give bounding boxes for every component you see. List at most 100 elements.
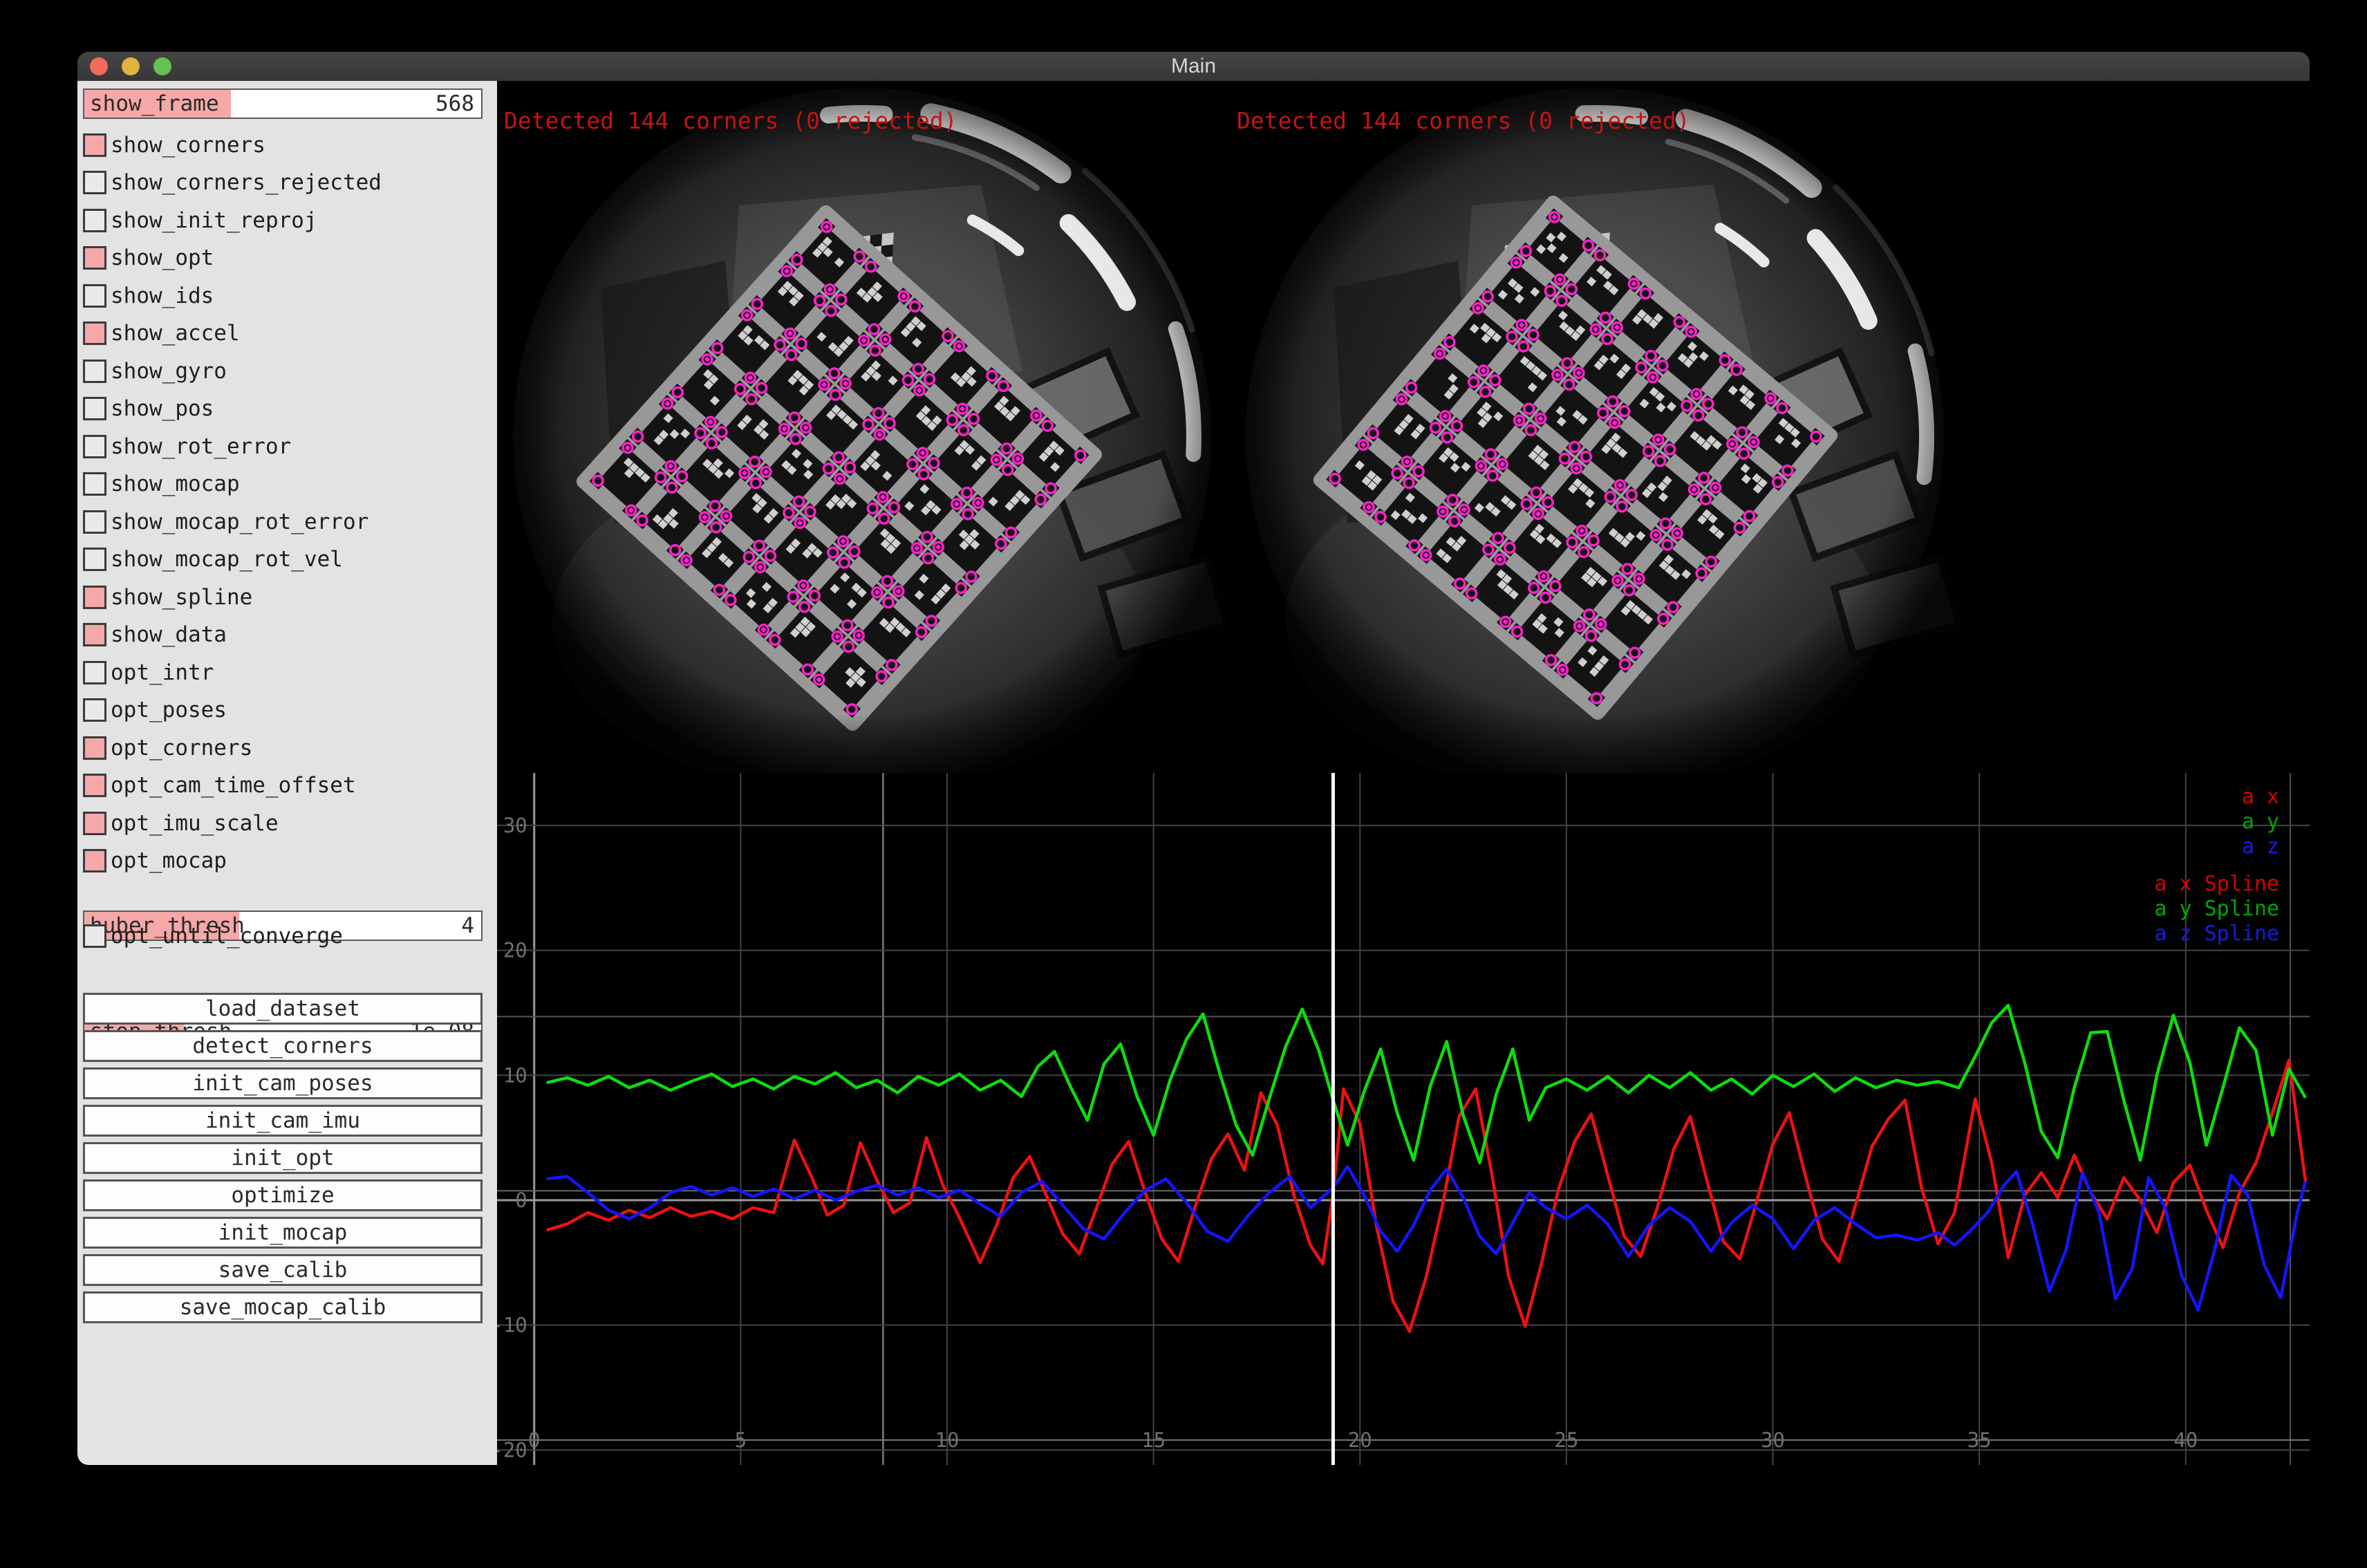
button-optimize[interactable]: optimize (83, 1179, 483, 1211)
checkbox-show_mocap_rot_error[interactable] (83, 510, 106, 534)
checkbox-row-opt_cam_time_offset[interactable]: opt_cam_time_offset (83, 767, 483, 804)
checkbox-label: show_ids (111, 283, 214, 308)
svg-text:35: 35 (1967, 1428, 1992, 1452)
button-detect_corners[interactable]: detect_corners (83, 1030, 483, 1062)
checkbox-row-show_corners[interactable]: show_corners (83, 127, 483, 164)
window-controls (90, 52, 171, 81)
checkbox-row-show_mocap_rot_error[interactable]: show_mocap_rot_error (83, 503, 483, 541)
checkbox-row-opt_poses[interactable]: opt_poses (83, 691, 483, 729)
camera-view-0[interactable]: Detected 144 corners (0 rejected) (497, 81, 1228, 773)
checkbox-opt_imu_scale[interactable] (83, 812, 106, 835)
checkbox-row-show_data[interactable]: show_data (83, 616, 483, 653)
checkbox-label: show_gyro (111, 359, 227, 384)
window-title: Main (1171, 55, 1216, 78)
camera-view-1[interactable]: Detected 144 corners (0 rejected) (1230, 81, 1961, 773)
svg-text:40: 40 (2173, 1428, 2198, 1452)
checkbox-row-show_pos[interactable]: show_pos (83, 390, 483, 427)
svg-text:15: 15 (1141, 1428, 1166, 1452)
svg-text:0: 0 (515, 1188, 527, 1212)
checkbox-label: show_mocap (111, 472, 240, 496)
button-init_cam_poses[interactable]: init_cam_poses (83, 1067, 483, 1099)
close-button[interactable] (90, 57, 108, 75)
series-a-z (547, 1166, 2305, 1310)
checkbox-opt_cam_time_offset[interactable] (83, 774, 106, 797)
checkbox-label: opt_poses (111, 698, 227, 722)
checkbox-label: show_spline (111, 585, 252, 610)
checkbox-show_init_reproj[interactable] (83, 209, 106, 232)
checkbox-row-show_rot_error[interactable]: show_rot_error (83, 428, 483, 465)
checkbox-show_opt[interactable] (83, 246, 106, 270)
button-init_cam_imu[interactable]: init_cam_imu (83, 1105, 483, 1137)
content-area: show_frame 568 show_corners show_corners_re… (77, 81, 2310, 1465)
slider-label: show_frame (90, 91, 219, 116)
checkbox-opt_mocap[interactable] (83, 849, 106, 872)
button-init_opt[interactable]: init_opt (83, 1142, 483, 1174)
svg-text:30: 30 (1761, 1428, 1785, 1452)
checkbox-show_corners[interactable] (83, 133, 106, 157)
checkbox-label: show_corners_rejected (111, 170, 382, 195)
checkbox-show_mocap_rot_vel[interactable] (83, 548, 106, 571)
checkbox-opt_corners[interactable] (83, 736, 106, 760)
button-save_mocap_calib[interactable]: save_mocap_calib (83, 1291, 483, 1323)
checkbox-row-show_opt[interactable]: show_opt (83, 239, 483, 277)
svg-text:20: 20 (1348, 1428, 1372, 1452)
checkbox-row-show_gyro[interactable]: show_gyro (83, 353, 483, 390)
svg-text:5: 5 (735, 1428, 747, 1452)
checkbox-show_spline[interactable] (83, 586, 106, 609)
checkbox-row-show_ids[interactable]: show_ids (83, 277, 483, 315)
checkbox-row-show_init_reproj[interactable]: show_init_reproj (83, 202, 483, 239)
checkbox-label: opt_intr (111, 660, 214, 685)
fisheye-image (1230, 81, 1961, 773)
series-a-y (547, 1005, 2305, 1163)
svg-text:a x: a x (2242, 785, 2279, 809)
svg-text:10: 10 (935, 1428, 960, 1452)
checkbox-row-opt_imu_scale[interactable]: opt_imu_scale (83, 805, 483, 842)
checkbox-show_data[interactable] (83, 623, 106, 646)
corner-detection-status: Detected 144 corners (0 rejected) (1237, 107, 1690, 134)
checkbox-label: opt_mocap (111, 848, 227, 873)
checkbox-opt_until_converge[interactable] (83, 924, 106, 948)
plot-legend: a xa ya za x Splinea y Splinea z Spline (2154, 785, 2279, 946)
checkbox-row-show_corners_rejected[interactable]: show_corners_rejected (83, 164, 483, 201)
title-bar[interactable]: Main (77, 52, 2310, 82)
corner-detection-status: Detected 144 corners (0 rejected) (504, 107, 957, 134)
svg-text:a y Spline: a y Spline (2154, 897, 2279, 921)
button-load_dataset[interactable]: load_dataset (83, 993, 483, 1025)
minimize-button[interactable] (122, 57, 140, 75)
checkbox-row-show_mocap[interactable]: show_mocap (83, 465, 483, 503)
svg-text:-10: -10 (497, 1314, 527, 1337)
checkbox-row-show_spline[interactable]: show_spline (83, 579, 483, 616)
button-init_mocap[interactable]: init_mocap (83, 1217, 483, 1249)
button-save_calib[interactable]: save_calib (83, 1254, 483, 1286)
checkbox-label: show_mocap_rot_vel (111, 547, 343, 572)
checkbox-show_accel[interactable] (83, 321, 106, 345)
checkbox-label: show_accel (111, 321, 240, 346)
slider-show_frame[interactable]: show_frame 568 (83, 88, 483, 119)
checkbox-label: opt_until_converge (111, 924, 343, 949)
checkbox-row-show_mocap_rot_vel[interactable]: show_mocap_rot_vel (83, 541, 483, 578)
slider-value: 568 (436, 91, 474, 116)
checkbox-opt_poses[interactable] (83, 698, 106, 722)
checkbox-row-opt_intr[interactable]: opt_intr (83, 654, 483, 691)
fisheye-image (497, 81, 1228, 773)
checkbox-label: show_opt (111, 245, 214, 270)
checkbox-show_gyro[interactable] (83, 360, 106, 383)
imu-plot[interactable]: 05101520253035403020100-10-20a xa ya za … (497, 773, 2310, 1465)
checkbox-show_corners_rejected[interactable] (83, 171, 106, 194)
checkbox-label: show_init_reproj (111, 208, 317, 233)
checkbox-opt_intr[interactable] (83, 661, 106, 684)
checkbox-show_ids[interactable] (83, 284, 106, 308)
checkbox-label: opt_cam_time_offset (111, 773, 356, 798)
axis-tick-labels: 05101520253035403020100-10-20 (497, 814, 2198, 1462)
plot-canvas: 05101520253035403020100-10-20a xa ya za … (497, 773, 2310, 1465)
zoom-button[interactable] (153, 57, 171, 75)
checkbox-show_pos[interactable] (83, 397, 106, 420)
checkbox-show_rot_error[interactable] (83, 435, 106, 458)
checkbox-show_mocap[interactable] (83, 472, 106, 496)
checkbox-row-opt_corners[interactable]: opt_corners (83, 729, 483, 767)
svg-text:0: 0 (528, 1428, 540, 1452)
svg-text:a y: a y (2242, 810, 2279, 834)
checkbox-row-opt_until_converge[interactable]: opt_until_converge (83, 917, 483, 955)
checkbox-row-show_accel[interactable]: show_accel (83, 315, 483, 352)
checkbox-row-opt_mocap[interactable]: opt_mocap (83, 842, 483, 879)
